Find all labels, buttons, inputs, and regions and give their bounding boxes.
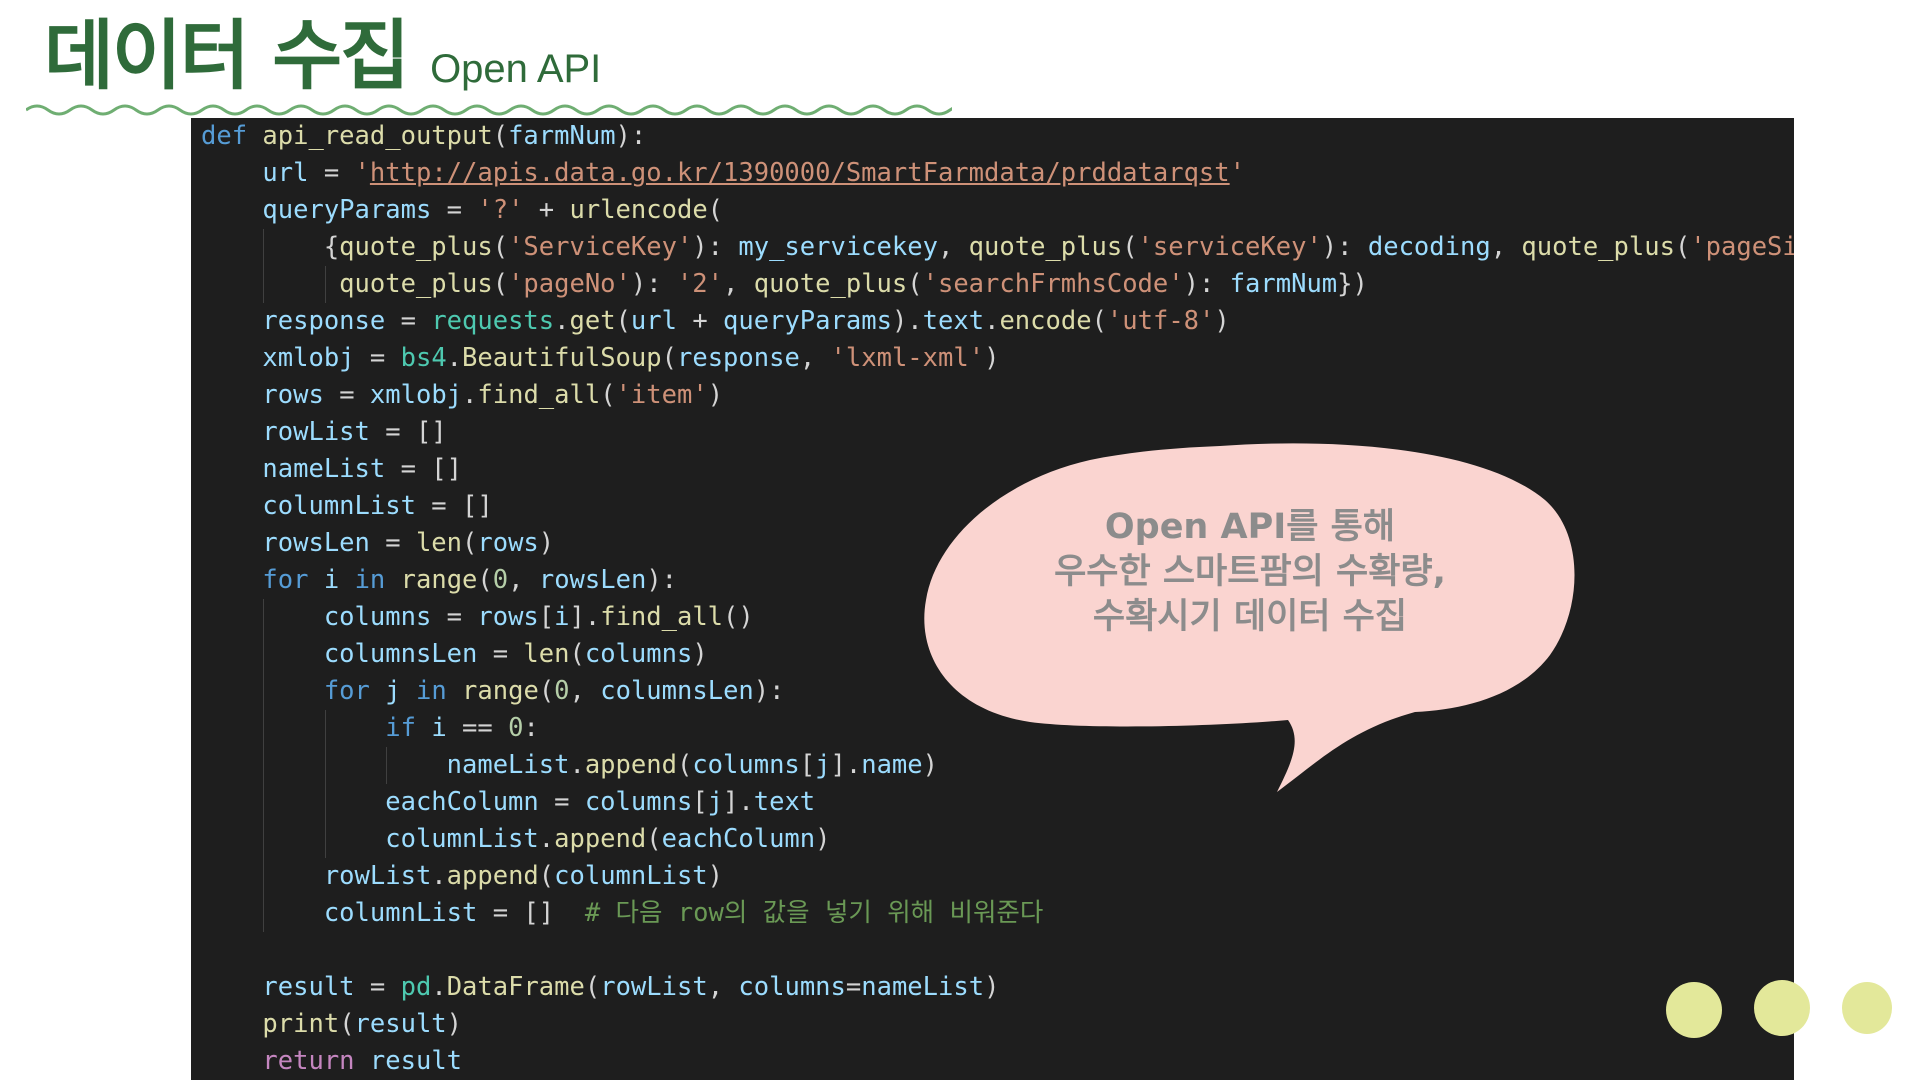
speech-bubble-text: Open API를 통해 우수한 스마트팜의 수확량, 수확시기 데이터 수집 xyxy=(1000,505,1500,640)
code-line: nameList.append(columns[j].name) xyxy=(446,750,938,780)
code-line: url = 'http://apis.data.go.kr/1390000/Sm… xyxy=(262,158,1245,188)
code-line: quote_plus('pageNo'): '2', quote_plus('s… xyxy=(339,269,1368,299)
code-line: eachColumn = columns[j].text xyxy=(385,787,816,817)
title-main: 데이터 수집 xyxy=(44,11,410,100)
indent-guide xyxy=(262,599,264,932)
code-line: nameList = [] xyxy=(262,454,463,484)
title-subtitle: Open API xyxy=(430,47,602,91)
decorative-dot xyxy=(1842,982,1892,1034)
code-line: result = pd.DataFrame(rowList, columns=n… xyxy=(262,972,1000,1002)
decorative-dot xyxy=(1666,982,1722,1038)
code-line: columnList.append(eachColumn) xyxy=(385,824,831,854)
indent-guide xyxy=(324,710,326,858)
indent-guide xyxy=(324,266,326,303)
indent-guide xyxy=(262,229,264,303)
code-line: return result xyxy=(262,1046,463,1076)
code-line: columnList = [] xyxy=(262,491,493,521)
code-line: response = requests.get(url + queryParam… xyxy=(262,306,1230,336)
title-wave-underline xyxy=(26,104,952,116)
speech-bubble-line: 수확시기 데이터 수집 xyxy=(1092,597,1408,637)
speech-bubble-line: 우수한 스마트팜의 수확량, xyxy=(1054,552,1446,592)
indent-guide xyxy=(386,747,388,784)
code-line: rowList.append(columnList) xyxy=(323,861,724,891)
code-line: def api_read_output(farmNum): xyxy=(201,121,647,151)
code-line: {quote_plus('ServiceKey'): my_servicekey… xyxy=(201,232,1794,262)
code-line: columns = rows[i].find_all() xyxy=(323,602,754,632)
decorative-dot xyxy=(1754,980,1810,1036)
code-line: rowList = [] xyxy=(262,417,447,447)
code-line: rowsLen = len(rows) xyxy=(262,528,555,558)
code-line: print(result) xyxy=(262,1009,463,1039)
code-line: for i in range(0, rowsLen): xyxy=(262,565,678,595)
speech-bubble-line: Open API를 통해 xyxy=(1104,507,1396,547)
code-line: xmlobj = bs4.BeautifulSoup(response, 'lx… xyxy=(262,343,1000,373)
slide-title: 데이터 수집 Open API xyxy=(44,18,601,94)
code-line: for j in range(0, columnsLen): xyxy=(323,676,785,706)
slide: 데이터 수집 Open API def api_read_output(farm… xyxy=(0,0,1920,1080)
code-line: if i == 0: xyxy=(385,713,539,743)
code-line: rows = xmlobj.find_all('item') xyxy=(262,380,724,410)
code-line: columnList = [] # 다음 row의 값을 넣기 위해 비워준다 xyxy=(323,898,1044,928)
code-line: columnsLen = len(columns) xyxy=(323,639,708,669)
code-line: queryParams = '?' + urlencode( xyxy=(262,195,724,225)
